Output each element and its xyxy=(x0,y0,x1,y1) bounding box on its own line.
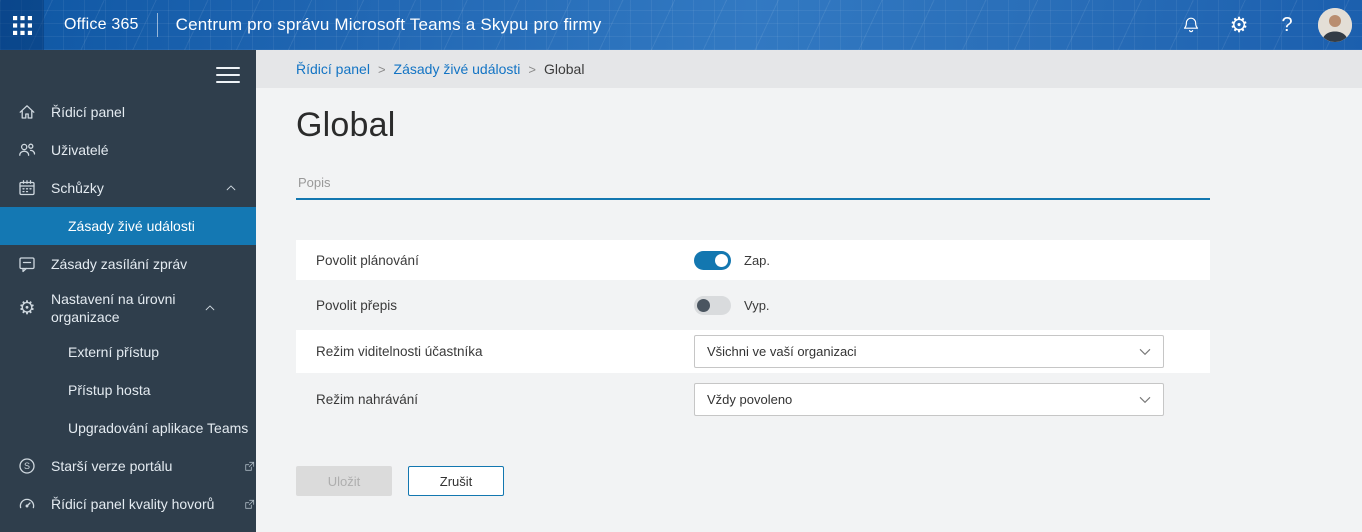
sidebar-item-org-wide-settings[interactable]: ⚙ Nastavení na úrovni organizace xyxy=(0,283,256,333)
sidebar-item-users[interactable]: Uživatelé xyxy=(0,131,256,169)
notifications-bell-icon[interactable] xyxy=(1174,8,1208,42)
chevron-down-icon xyxy=(1139,396,1151,404)
form-actions: Uložit Zrušit xyxy=(296,466,1210,496)
chat-icon xyxy=(16,254,38,274)
cancel-button[interactable]: Zrušit xyxy=(408,466,504,496)
breadcrumb-live-events-link[interactable]: Zásady živé události xyxy=(394,61,521,77)
sidebar-item-messaging-policies[interactable]: Zásady zasílání zpráv xyxy=(0,245,256,283)
toggle-state-label: Zap. xyxy=(744,252,771,268)
app-launcher-button[interactable] xyxy=(0,0,44,50)
sidebar-item-label: Zásady živé události xyxy=(68,218,195,234)
skype-icon: S xyxy=(16,456,38,476)
chevron-up-icon xyxy=(224,181,238,195)
settings-list: Povolit plánování Zap. Povolit přepis Vy… xyxy=(296,240,1210,421)
setting-row-allow-scheduling: Povolit plánování Zap. xyxy=(296,240,1210,280)
page-title: Global xyxy=(296,106,396,144)
external-link-icon xyxy=(243,498,256,511)
breadcrumb-current: Global xyxy=(543,61,585,77)
chevron-down-icon xyxy=(1139,348,1151,356)
dropdown-value: Všichni ve vaší organizaci xyxy=(707,344,857,359)
breadcrumb-separator: > xyxy=(377,61,386,77)
gauge-icon xyxy=(16,494,38,514)
external-link-icon xyxy=(243,460,256,473)
sidebar-item-label: Uživatelé xyxy=(51,141,109,158)
sidebar-item-label: Přístup hosta xyxy=(68,382,151,398)
sidebar-item-dashboard[interactable]: Řídicí panel xyxy=(0,93,256,131)
office-365-brand[interactable]: Office 365 xyxy=(64,16,139,34)
gear-icon: ⚙ xyxy=(18,297,36,319)
sidebar-item-live-events-policies[interactable]: Zásady živé události xyxy=(0,207,256,245)
sidebar-item-label: Řídicí panel xyxy=(51,103,125,120)
setting-label: Povolit přepis xyxy=(316,297,398,313)
sidebar-item-label: Externí přístup xyxy=(68,344,160,360)
setting-label: Režim viditelnosti účastníka xyxy=(316,344,483,359)
chevron-up-icon xyxy=(203,301,217,315)
breadcrumb: Řídicí panel > Zásady živé události > Gl… xyxy=(256,50,1362,88)
sidebar-item-teams-upgrade[interactable]: Upgradování aplikace Teams xyxy=(0,409,256,447)
sidebar-item-meetings[interactable]: Schůzky xyxy=(0,169,256,207)
sidebar-item-label: Zásady zasílání zpráv xyxy=(51,255,188,272)
allow-scheduling-toggle[interactable] xyxy=(694,250,731,270)
people-icon xyxy=(16,140,38,160)
admin-center-title: Centrum pro správu Microsoft Teams a Sky… xyxy=(175,15,602,34)
svg-text:S: S xyxy=(24,461,30,471)
sidebar-item-label: Starší verze portálu xyxy=(51,457,173,474)
setting-row-recording-mode: Režim nahrávání Vždy povoleno xyxy=(296,378,1210,421)
sidebar-item-label: Řídicí panel kvality hovorů xyxy=(51,495,215,512)
topbar-actions: ⚙ ? xyxy=(1174,8,1362,42)
help-icon[interactable]: ? xyxy=(1270,8,1304,42)
setting-row-allow-transcription: Povolit přepis Vyp. xyxy=(296,285,1210,325)
main-content: Řídicí panel > Zásady živé události > Gl… xyxy=(256,50,1362,532)
allow-transcription-toggle[interactable] xyxy=(694,295,731,315)
setting-label: Režim nahrávání xyxy=(316,392,419,407)
breadcrumb-separator: > xyxy=(528,61,536,77)
sidebar-item-label: Upgradování aplikace Teams xyxy=(68,420,249,436)
home-icon xyxy=(16,102,38,122)
breadcrumb-dashboard-link[interactable]: Řídicí panel xyxy=(296,61,370,77)
recording-mode-dropdown[interactable]: Vždy povoleno xyxy=(694,383,1164,416)
sidebar-item-external-access[interactable]: Externí přístup xyxy=(0,333,256,371)
setting-row-attendee-visibility: Režim viditelnosti účastníka Všichni ve … xyxy=(296,330,1210,373)
sidebar-item-label: Schůzky xyxy=(51,179,104,196)
topbar: Office 365 Centrum pro správu Microsoft … xyxy=(0,0,1362,50)
waffle-icon xyxy=(12,15,32,35)
topbar-divider xyxy=(156,13,158,37)
toggle-state-label: Vyp. xyxy=(744,297,770,313)
sidebar-item-guest-access[interactable]: Přístup hosta xyxy=(0,371,256,409)
dropdown-value: Vždy povoleno xyxy=(707,392,793,407)
save-button[interactable]: Uložit xyxy=(296,466,392,496)
setting-label: Povolit plánování xyxy=(316,252,419,268)
sidebar: Řídicí panel Uživatelé Schůzky Zásady ži… xyxy=(0,50,256,532)
avatar[interactable] xyxy=(1318,8,1352,42)
sidebar-item-call-quality-dashboard[interactable]: Řídicí panel kvality hovorů xyxy=(0,485,256,523)
sidebar-item-legacy-portal[interactable]: S Starší verze portálu xyxy=(0,447,256,485)
hamburger-menu-button[interactable] xyxy=(216,67,240,83)
sidebar-item-label: Nastavení na úrovni organizace xyxy=(51,290,176,325)
attendee-visibility-dropdown[interactable]: Všichni ve vaší organizaci xyxy=(694,335,1164,368)
settings-gear-icon[interactable]: ⚙ xyxy=(1222,8,1256,42)
calendar-icon xyxy=(16,178,38,198)
description-input[interactable] xyxy=(296,169,1210,200)
